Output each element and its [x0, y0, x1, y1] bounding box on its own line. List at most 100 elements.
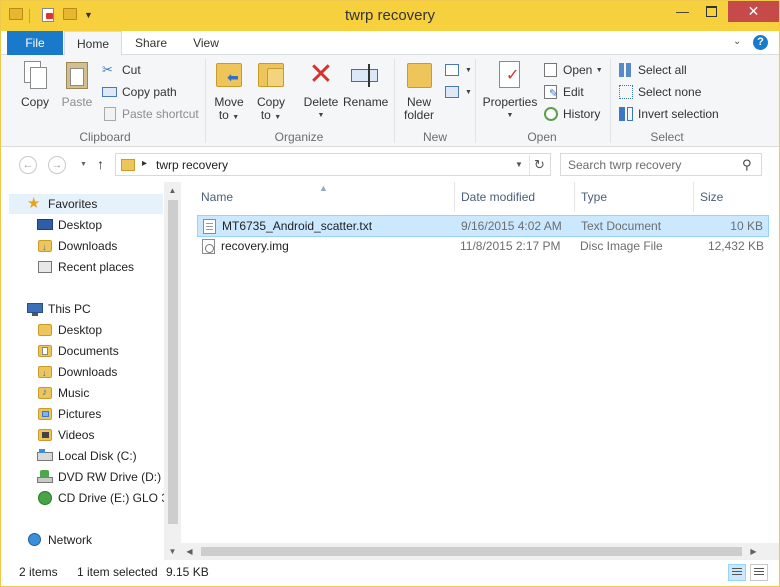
forward-button[interactable]: →: [48, 156, 66, 174]
desktop-folder-icon: [37, 322, 53, 338]
address-bar[interactable]: ▸ twrp recovery ▼ ↻: [115, 153, 551, 176]
nav-this-pc[interactable]: This PC: [27, 299, 91, 319]
refresh-icon[interactable]: ↻: [529, 155, 549, 175]
easy-access-button[interactable]: ▼: [445, 82, 472, 102]
selection-count: 1 item selected: [77, 565, 158, 579]
navigation-pane: ★ Favorites Desktop ↓ Downloads Recent p…: [1, 182, 181, 560]
nav-item-label: Desktop: [58, 218, 103, 232]
rename-button[interactable]: Rename: [343, 59, 388, 109]
easy-access-icon: [445, 84, 461, 100]
group-separator: [475, 59, 476, 143]
search-box[interactable]: ⚲: [560, 153, 762, 176]
history-button[interactable]: History: [543, 104, 600, 124]
scroll-up-icon[interactable]: ▲: [164, 182, 181, 199]
nav-fav-recent-places[interactable]: Recent places: [37, 257, 134, 277]
file-list-horizontal-scrollbar[interactable]: ◀ ▶: [181, 543, 779, 560]
column-separator[interactable]: [693, 182, 694, 212]
copy-path-button[interactable]: Copy path: [102, 82, 177, 102]
column-separator[interactable]: [454, 182, 455, 212]
scrollbar-thumb[interactable]: [168, 200, 178, 524]
column-header-date-modified[interactable]: Date modified: [461, 182, 571, 212]
delete-button[interactable]: ✕ Delete ▼: [300, 59, 342, 122]
nav-pc-desktop[interactable]: Desktop: [37, 320, 102, 340]
nav-favorites[interactable]: ★ Favorites: [9, 194, 163, 214]
properties-button[interactable]: ✓ Properties ▼: [482, 59, 538, 122]
copy-button[interactable]: Copy: [17, 59, 53, 109]
column-header-name[interactable]: Name: [201, 182, 451, 212]
nav-item-label: Videos: [58, 428, 95, 442]
large-icons-view-button[interactable]: [750, 564, 768, 581]
copy-to-button[interactable]: Copy to ▼: [253, 59, 289, 124]
scroll-left-icon[interactable]: ◀: [181, 543, 198, 560]
delete-label: Delete: [303, 95, 339, 109]
tab-file[interactable]: File: [7, 31, 63, 55]
column-separator[interactable]: [574, 182, 575, 212]
search-icon[interactable]: ⚲: [742, 157, 752, 173]
recent-locations-dropdown-icon[interactable]: ▼: [80, 161, 87, 168]
item-count: 2 items: [19, 565, 58, 579]
scrollbar-thumb[interactable]: [201, 547, 742, 556]
up-arrow-icon[interactable]: ↑: [97, 156, 104, 172]
scissors-icon: ✂: [102, 62, 113, 77]
new-item-button[interactable]: ▼: [445, 60, 472, 80]
new-folder-button[interactable]: New folder: [400, 59, 438, 122]
address-path[interactable]: twrp recovery: [156, 158, 228, 172]
nav-pc-cd-drive[interactable]: CD Drive (E:) GLO 3C: [37, 488, 164, 508]
nav-network[interactable]: Network: [27, 530, 92, 550]
paste-button[interactable]: Paste: [59, 59, 95, 109]
select-none-button[interactable]: Select none: [618, 82, 701, 102]
computer-icon: [27, 301, 43, 317]
scroll-down-icon[interactable]: ▼: [164, 543, 181, 560]
paste-shortcut-label: Paste shortcut: [122, 107, 199, 121]
nav-pc-dvd-drive[interactable]: DVD RW Drive (D:) II: [37, 467, 164, 487]
file-date: 9/16/2015 4:02 AM: [461, 219, 562, 233]
navigation-bar: ← → ▼ ↑ ▸ twrp recovery ▼ ↻ ⚲: [1, 147, 779, 182]
cut-button[interactable]: ✂ Cut: [102, 60, 141, 80]
paste-shortcut-button[interactable]: Paste shortcut: [102, 104, 199, 124]
back-button[interactable]: ←: [19, 156, 37, 174]
maximize-button[interactable]: [698, 1, 725, 22]
details-view-button[interactable]: [728, 564, 746, 581]
search-input[interactable]: [568, 157, 738, 172]
chevron-right-icon[interactable]: ▸: [142, 158, 147, 169]
tab-home[interactable]: Home: [64, 31, 122, 56]
edit-button[interactable]: ✎ Edit: [543, 82, 584, 102]
nav-pc-pictures[interactable]: Pictures: [37, 404, 101, 424]
chevron-down-icon[interactable]: ⌄: [733, 36, 741, 47]
downloads-folder-icon: ↓: [37, 364, 53, 380]
new-group-label: New: [422, 130, 447, 144]
move-to-icon: ⬅: [213, 59, 245, 91]
nav-fav-desktop[interactable]: Desktop: [37, 215, 102, 235]
edit-icon: ✎: [543, 84, 559, 100]
copy-path-icon: [102, 84, 118, 100]
help-icon[interactable]: ?: [753, 35, 768, 50]
move-to-button[interactable]: ⬅ Move to ▼: [211, 59, 247, 124]
open-button[interactable]: Open ▼: [543, 60, 603, 80]
invert-selection-icon: [618, 106, 634, 122]
nav-pc-videos[interactable]: Videos: [37, 425, 94, 445]
select-group-label: Select: [650, 130, 684, 144]
tab-share[interactable]: Share: [125, 31, 177, 55]
select-all-button[interactable]: Select all: [618, 60, 687, 80]
address-dropdown-icon[interactable]: ▼: [509, 155, 529, 175]
table-row[interactable]: MT6735_Android_scatter.txt 9/16/2015 4:0…: [197, 215, 769, 237]
nav-fav-downloads[interactable]: ↓ Downloads: [37, 236, 117, 256]
invert-selection-button[interactable]: Invert selection: [618, 104, 719, 124]
column-header-type[interactable]: Type: [581, 182, 691, 212]
table-row[interactable]: recovery.img 11/8/2015 2:17 PM Disc Imag…: [197, 236, 769, 258]
file-name: recovery.img: [221, 239, 289, 253]
cd-drive-icon: [37, 490, 53, 506]
navigation-pane-scrollbar[interactable]: ▲ ▼: [164, 182, 181, 560]
nav-pc-local-disk[interactable]: Local Disk (C:): [37, 446, 137, 466]
close-button[interactable]: ✕: [728, 1, 779, 22]
nav-favorites-label: Favorites: [48, 197, 98, 211]
minimize-button[interactable]: —: [669, 1, 696, 22]
nav-pc-music[interactable]: ♪ Music: [37, 383, 89, 403]
nav-pc-documents[interactable]: Documents: [37, 341, 119, 361]
group-separator: [610, 59, 611, 143]
column-header-size[interactable]: Size: [700, 182, 760, 212]
paste-shortcut-icon: [102, 106, 118, 122]
scroll-right-icon[interactable]: ▶: [745, 543, 762, 560]
tab-view[interactable]: View: [181, 31, 231, 55]
nav-pc-downloads[interactable]: ↓ Downloads: [37, 362, 117, 382]
